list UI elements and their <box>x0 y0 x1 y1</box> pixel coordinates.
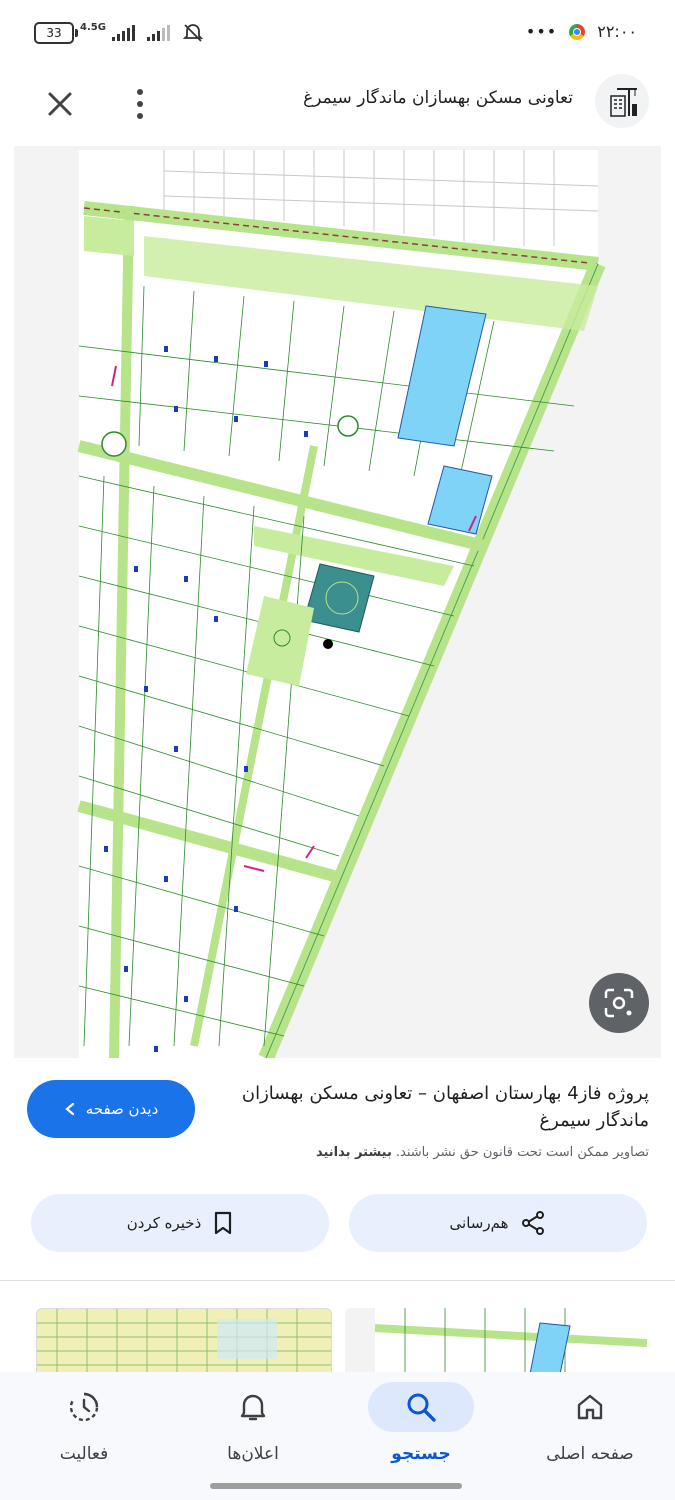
status-left: 33 4.5G <box>34 22 204 44</box>
save-label: ذخیره کردن <box>126 1214 202 1232</box>
bell-icon <box>240 1394 266 1421</box>
related-map-thumb-1 <box>37 1309 331 1375</box>
lens-icon <box>604 988 634 1018</box>
nav-search-label: جستجو <box>391 1444 451 1464</box>
related-image-1[interactable] <box>36 1308 332 1376</box>
signal-icon <box>111 25 135 41</box>
chevron-left-icon <box>65 1102 74 1116</box>
bottom-navigation: صفحه اصلی جستجو اعلان‌ها فعالیت <box>0 1372 675 1500</box>
visit-label: دیدن صفحه <box>85 1100 159 1118</box>
google-lens-button[interactable] <box>589 973 649 1033</box>
nav-notifications[interactable]: اعلان‌ها <box>178 1372 328 1482</box>
nav-notifications-label: اعلان‌ها <box>227 1444 279 1464</box>
related-map-thumb-2 <box>345 1308 647 1374</box>
network-type: 4.5G <box>80 21 106 33</box>
activity-icon-wrap <box>52 1382 116 1432</box>
site-title[interactable]: تعاونی مسکن بهسازان ماندگار سیمرغ <box>303 88 573 108</box>
section-divider <box>0 1280 675 1281</box>
visit-page-button[interactable]: دیدن صفحه <box>27 1080 195 1138</box>
search-icon <box>407 1393 436 1422</box>
search-icon-wrap <box>368 1382 474 1432</box>
home-icon-wrap <box>558 1382 622 1432</box>
home-indicator[interactable] <box>210 1483 462 1489</box>
more-options-button[interactable] <box>126 84 154 124</box>
signal-icon-2 <box>146 25 170 41</box>
home-icon <box>577 1394 603 1420</box>
clock: ۲۲:۰۰ <box>597 22 637 41</box>
nav-search[interactable]: جستجو <box>346 1372 496 1482</box>
result-title[interactable]: پروژه فاز4 بهارستان اصفهان – تعاونی مسکن… <box>230 1080 649 1134</box>
chrome-icon <box>569 23 586 40</box>
activity-icon <box>69 1392 99 1422</box>
nav-activity-label: فعالیت <box>59 1444 109 1464</box>
nav-home[interactable]: صفحه اصلی <box>515 1372 665 1482</box>
close-button[interactable] <box>40 84 80 124</box>
learn-more-link[interactable]: بیشتر بدانید <box>316 1145 392 1160</box>
save-button[interactable]: ذخیره کردن <box>31 1194 329 1252</box>
share-icon <box>522 1211 545 1235</box>
close-icon <box>48 92 72 116</box>
bell-icon-wrap <box>221 1382 285 1432</box>
result-image[interactable] <box>14 146 661 1058</box>
status-dots: ••• <box>525 22 558 41</box>
status-right: ••• ۲۲:۰۰ <box>526 22 637 41</box>
status-bar: 33 4.5G ••• ۲۲:۰۰ <box>0 0 675 66</box>
share-label: هم‌رسانی <box>449 1214 509 1232</box>
copyright-text: تصاویر ممکن است تحت قانون حق نشر باشند. <box>395 1145 649 1160</box>
building-crane-icon <box>610 88 637 117</box>
battery-indicator: 33 <box>34 22 78 44</box>
nav-home-label: صفحه اصلی <box>546 1444 634 1464</box>
site-plan-map <box>14 146 661 1058</box>
top-bar: تعاونی مسکن بهسازان ماندگار سیمرغ <box>0 66 675 142</box>
mute-icon <box>182 24 204 42</box>
bookmark-icon <box>215 1211 232 1235</box>
more-vert-icon <box>137 89 143 119</box>
site-logo[interactable] <box>595 74 649 128</box>
copyright-notice: تصاویر ممکن است تحت قانون حق نشر باشند. … <box>316 1145 649 1160</box>
related-image-2[interactable] <box>345 1308 647 1374</box>
share-button[interactable]: هم‌رسانی <box>349 1194 647 1252</box>
nav-activity[interactable]: فعالیت <box>9 1372 159 1482</box>
